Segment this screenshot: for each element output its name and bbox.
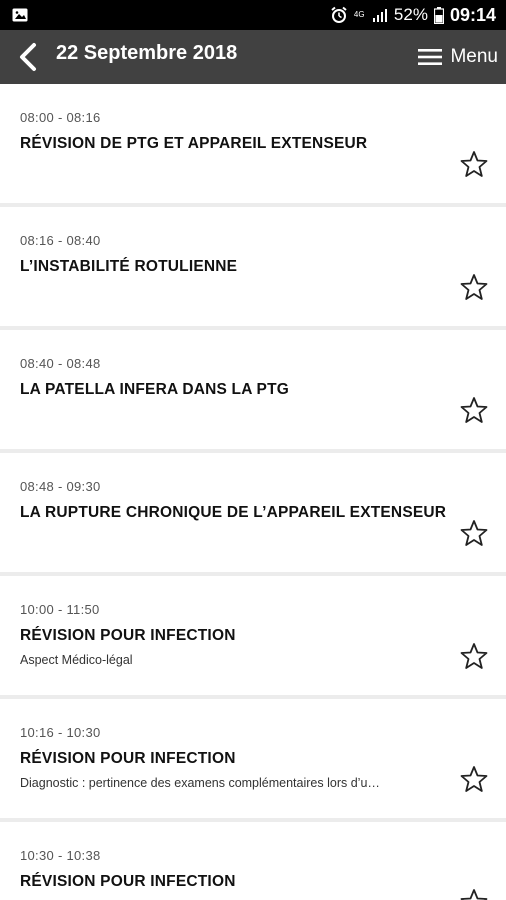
- alarm-icon: [331, 6, 347, 23]
- session-title: LA PATELLA INFERA DANS LA PTG: [20, 381, 289, 398]
- favorite-star-icon[interactable]: [460, 642, 488, 670]
- favorite-star-icon[interactable]: [460, 765, 488, 793]
- session-title: L’INSTABILITÉ ROTULIENNE: [20, 258, 238, 275]
- session-time: 08:48 - 09:30: [20, 479, 101, 494]
- favorite-star-icon[interactable]: [460, 150, 488, 178]
- favorite-star-icon[interactable]: [460, 273, 488, 301]
- session-card[interactable]: 08:48 - 09:30 LA RUPTURE CHRONIQUE DE L’…: [0, 453, 506, 576]
- favorite-star-icon[interactable]: [460, 519, 488, 547]
- session-card[interactable]: 10:00 - 11:50 RÉVISION POUR INFECTION As…: [0, 576, 506, 699]
- session-time: 10:16 - 10:30: [20, 725, 101, 740]
- chevron-left-icon: [20, 43, 36, 71]
- clock: 09:14: [449, 4, 496, 25]
- favorite-star-icon[interactable]: [460, 888, 488, 900]
- session-time: 10:30 - 10:38: [20, 848, 101, 863]
- menu-label: Menu: [450, 46, 498, 67]
- session-title: RÉVISION POUR INFECTION: [20, 627, 236, 644]
- session-list: 08:00 - 08:16 RÉVISION DE PTG ET APPAREI…: [0, 84, 506, 900]
- battery-percent: 52%: [393, 5, 428, 24]
- session-title: RÉVISION POUR INFECTION: [20, 750, 236, 767]
- session-card[interactable]: 10:16 - 10:30 RÉVISION POUR INFECTION Di…: [0, 699, 506, 822]
- session-time: 08:40 - 08:48: [20, 356, 101, 371]
- session-title: RÉVISION POUR INFECTION: [20, 873, 236, 890]
- session-time: 08:00 - 08:16: [20, 110, 101, 125]
- session-title: LA RUPTURE CHRONIQUE DE L’APPAREIL EXTEN…: [20, 504, 447, 521]
- gallery-notification-icon: [12, 8, 28, 22]
- hamburger-icon: [418, 49, 443, 65]
- session-card[interactable]: 08:16 - 08:40 L’INSTABILITÉ ROTULIENNE: [0, 207, 506, 330]
- session-subtitle: Diagnostic : pertinence des examens comp…: [20, 776, 380, 790]
- network-type-label: 4G: [353, 10, 365, 19]
- battery-icon: [433, 6, 444, 24]
- session-card[interactable]: 08:00 - 08:16 RÉVISION DE PTG ET APPAREI…: [0, 84, 506, 207]
- favorite-star-icon[interactable]: [460, 396, 488, 424]
- app-bar: 22 Septembre 2018 Menu: [0, 30, 506, 84]
- session-title: RÉVISION DE PTG ET APPAREIL EXTENSEUR: [20, 135, 368, 152]
- session-card[interactable]: 08:40 - 08:48 LA PATELLA INFERA DANS LA …: [0, 330, 506, 453]
- session-card[interactable]: 10:30 - 10:38 RÉVISION POUR INFECTION: [0, 822, 506, 900]
- session-time: 08:16 - 08:40: [20, 233, 101, 248]
- session-time: 10:00 - 11:50: [20, 602, 100, 617]
- menu-button[interactable]: Menu: [418, 39, 498, 75]
- page-title: 22 Septembre 2018: [56, 42, 238, 64]
- session-subtitle: Aspect Médico-légal: [20, 653, 133, 667]
- back-button[interactable]: [8, 37, 48, 77]
- status-bar: 4G 52% 09:14: [0, 0, 506, 30]
- signal-icon: [372, 9, 387, 22]
